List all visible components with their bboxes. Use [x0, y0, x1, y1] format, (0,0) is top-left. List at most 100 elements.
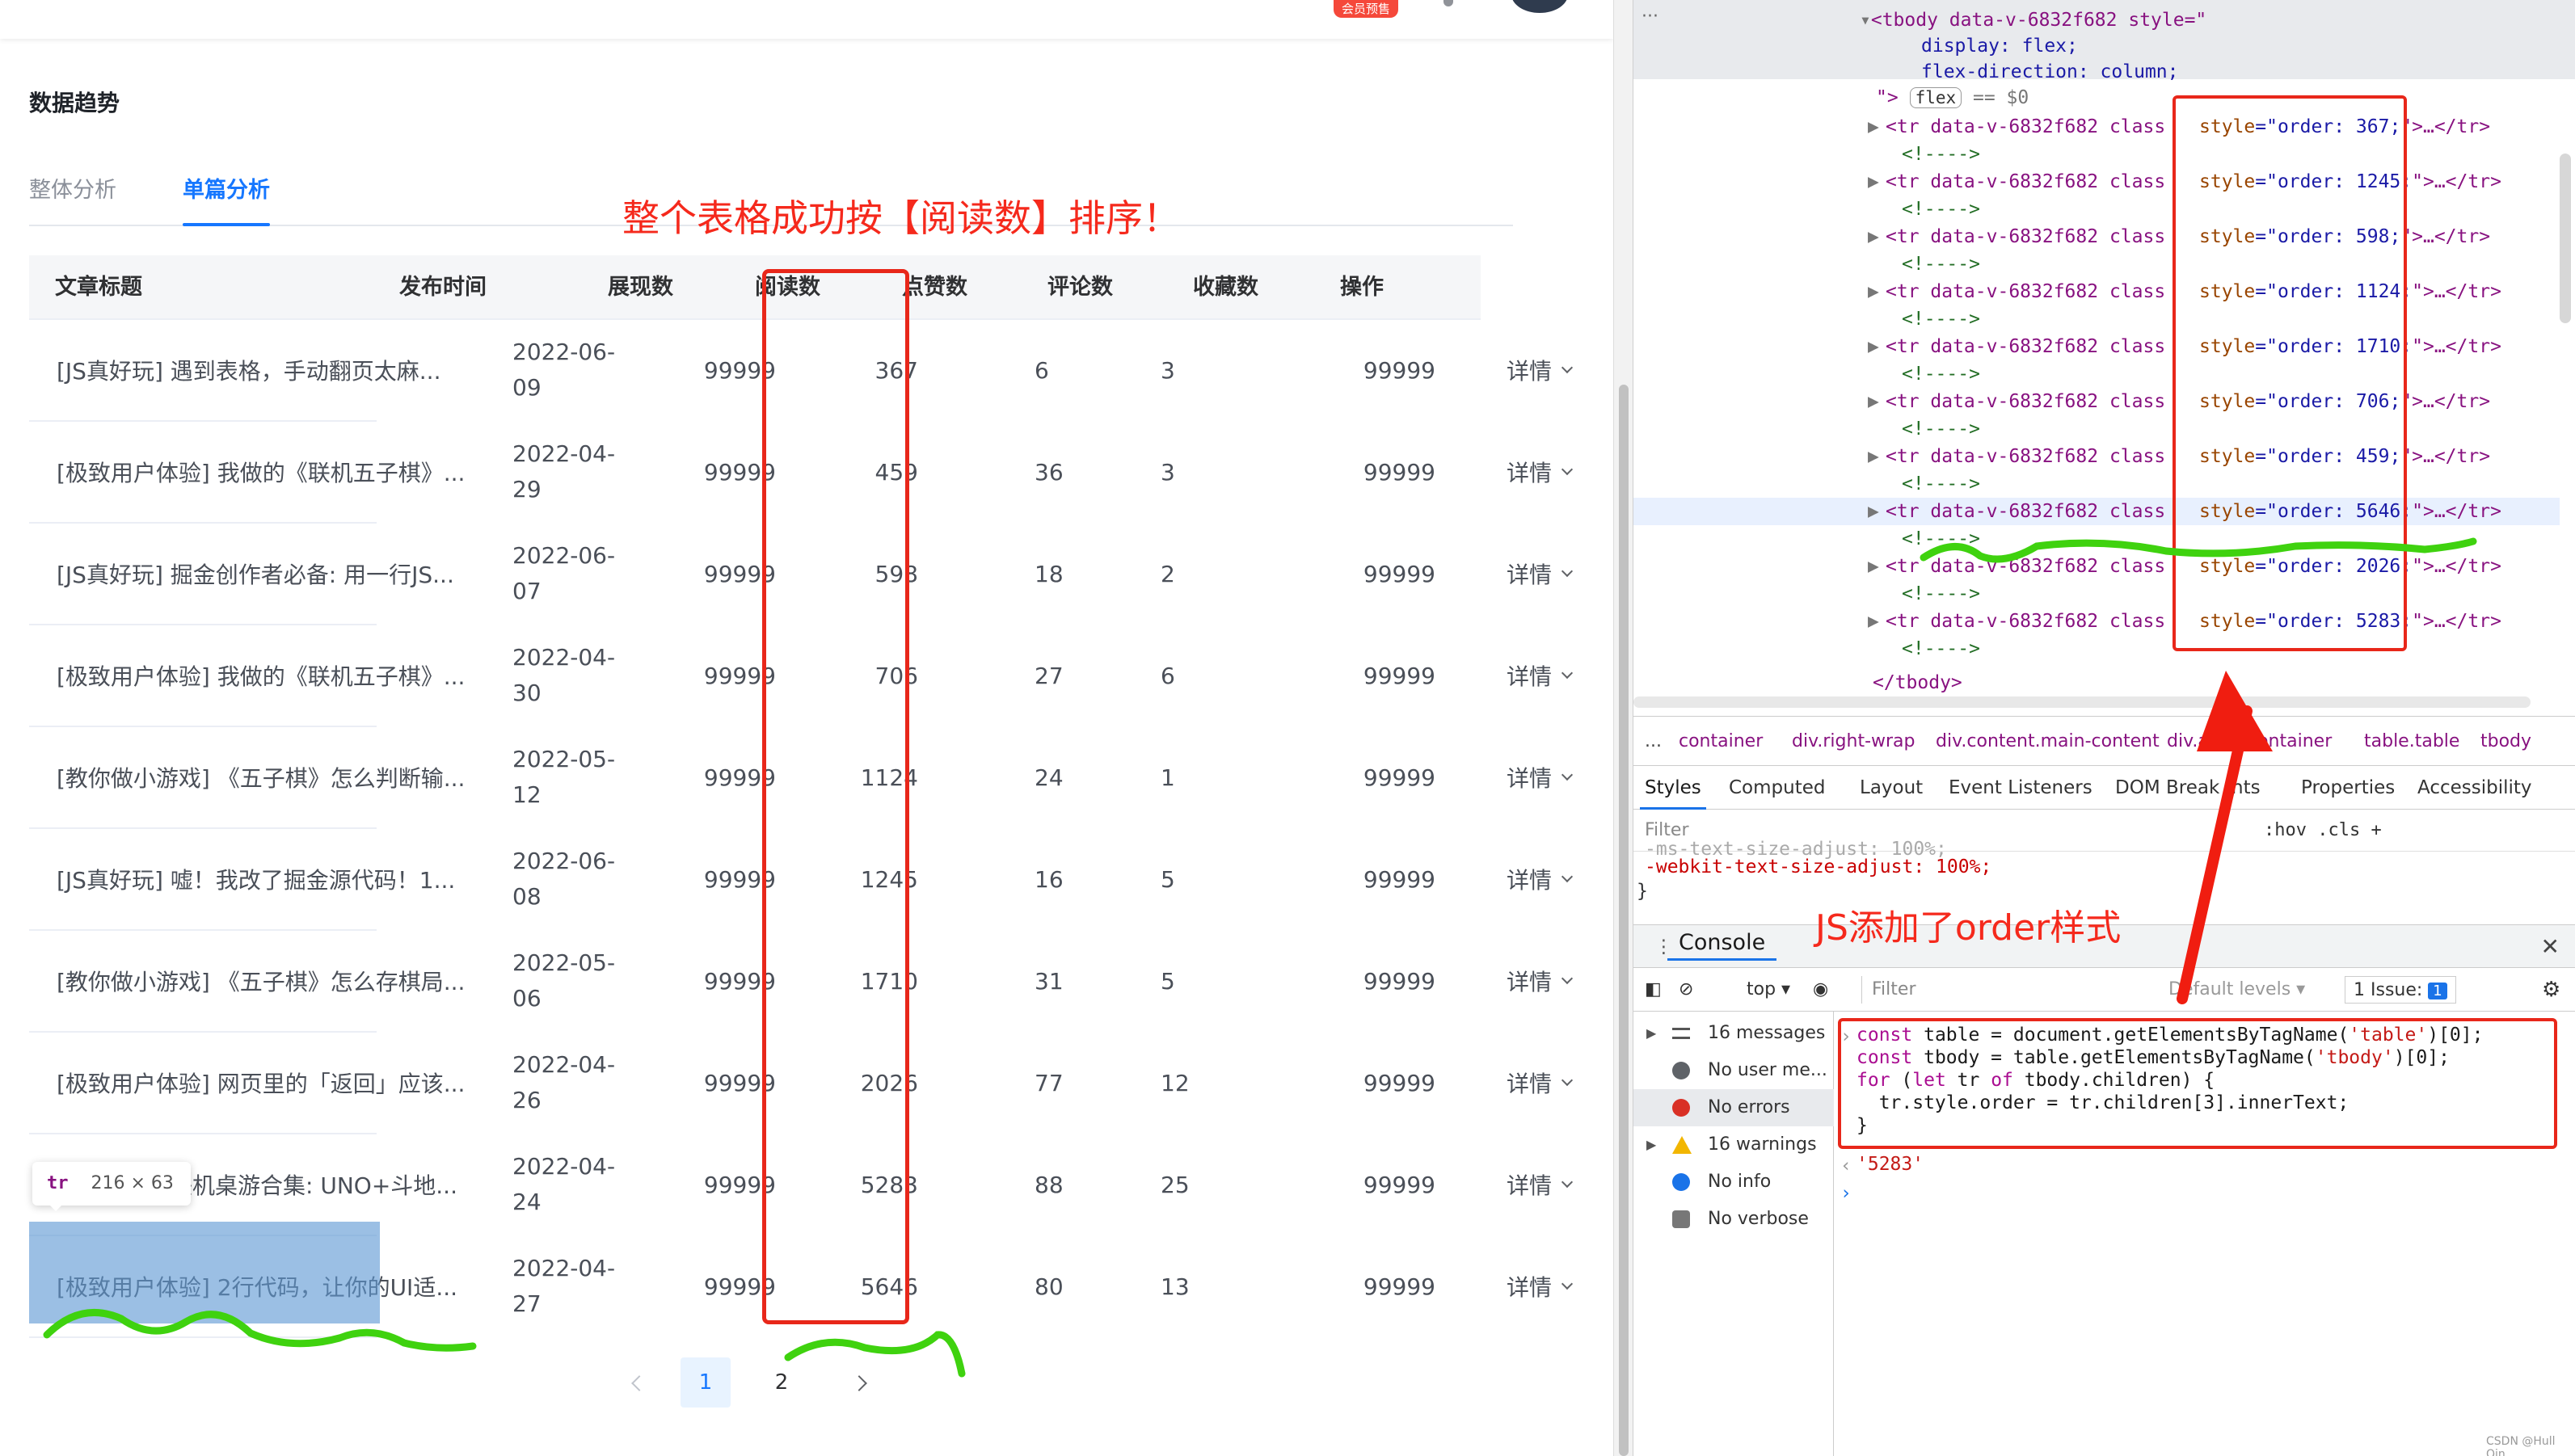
crumb-more[interactable]: ...	[1645, 717, 1662, 765]
page-1[interactable]: 1	[681, 1357, 731, 1408]
cell-title[interactable]: [JS真好玩] 嘘！我改了掘金源代码！1...	[57, 829, 477, 929]
tbody-open-tag[interactable]: ▾<tbody data-v-6832f682 style="	[1860, 6, 2206, 34]
details-dropdown[interactable]: 详情	[1507, 625, 1612, 726]
tab-dom-breakpoints[interactable]: DOM Break	[2115, 766, 2219, 810]
crumb-div-alo[interactable]: div.alo	[2167, 717, 2224, 765]
expand-triangle-icon[interactable]: ▶	[1868, 223, 1879, 250]
tab-layout[interactable]: Layout	[1860, 766, 1923, 810]
cell-title[interactable]: [极致用户体验] 我做的《联机五子棋》...	[57, 422, 477, 522]
comment-node[interactable]: <!---->	[1902, 415, 1980, 443]
more-dots-icon[interactable]: ···	[1642, 6, 1658, 27]
expand-triangle-icon[interactable]: ▶	[1868, 333, 1879, 360]
cell-title[interactable]: [教你做小游戏] 《五子棋》怎么存棋局...	[57, 931, 477, 1031]
crumb-tbody[interactable]: tbody	[2480, 717, 2531, 765]
crumb-container[interactable]: container	[1679, 717, 1763, 765]
flex-badge[interactable]: flex	[1909, 87, 1962, 108]
clear-console-icon[interactable]: ⊘	[1679, 968, 1693, 1012]
table-row[interactable]: [极致用户体验] 我做的《联机五子棋》... 2022-04- 29 99999 459…	[29, 422, 1574, 524]
col-views[interactable]: 展现数	[608, 255, 673, 320]
avatar[interactable]	[1511, 0, 1568, 13]
comment-node[interactable]: <!---->	[1902, 525, 1980, 553]
page-scrollbar[interactable]	[1613, 0, 1633, 1456]
context-select[interactable]: top ▾	[1747, 968, 1790, 1012]
cell-title[interactable]: [JS真好玩] 掘金创作者必备: 用一行JS...	[57, 524, 477, 624]
expand-triangle-icon[interactable]: ▶	[1868, 113, 1879, 141]
expand-triangle-icon[interactable]: ▶	[1868, 553, 1879, 580]
details-dropdown[interactable]: 详情	[1507, 931, 1612, 1031]
issues-button[interactable]: 1 Issue: 1	[2345, 976, 2456, 1004]
details-dropdown[interactable]: 详情	[1507, 727, 1612, 827]
member-presale-badge[interactable]: 会员预售	[1334, 0, 1399, 18]
sidebar-item-errors[interactable]: No errors	[1633, 1089, 1834, 1126]
expand-triangle-icon[interactable]: ▶	[1868, 498, 1879, 525]
tr-node[interactable]: ▶ <tr data-v-6832f682 class style="order: …	[1633, 278, 2560, 305]
details-dropdown[interactable]: 详情	[1507, 1236, 1612, 1336]
comment-node[interactable]: <!---->	[1902, 580, 1980, 608]
col-likes[interactable]: 点赞数	[902, 255, 967, 320]
drawer-menu-icon[interactable]: ⋮	[1654, 925, 1673, 969]
gear-icon[interactable]: ⚙	[2542, 968, 2560, 1012]
details-dropdown[interactable]: 详情	[1507, 320, 1612, 420]
next-page-icon[interactable]	[834, 1357, 884, 1408]
tr-node[interactable]: ▶ <tr data-v-6832f682 class style="order: …	[1633, 608, 2560, 635]
scrollbar-thumb[interactable]	[1619, 385, 1629, 1456]
expand-triangle-icon[interactable]: ▶	[1868, 278, 1879, 305]
table-row[interactable]: [JS真好玩] 掘金创作者必备: 用一行JS... 2022-06- 07 99999…	[29, 524, 1574, 625]
col-favorites[interactable]: 收藏数	[1193, 255, 1258, 320]
tab-accessibility[interactable]: Accessibility	[2417, 766, 2532, 810]
comment-node[interactable]: <!---->	[1902, 360, 1980, 388]
table-row[interactable]: [教你做小游戏] 《五子棋》怎么存棋局... 2022-05- 06 99999 171…	[29, 931, 1574, 1033]
comment-node[interactable]: <!---->	[1902, 250, 1980, 278]
comment-node[interactable]: <!---->	[1902, 196, 1980, 223]
sidebar-item-info[interactable]: No info	[1633, 1164, 1834, 1201]
tr-node[interactable]: ▶ <tr data-v-6832f682 class style="order: …	[1633, 498, 2560, 525]
details-dropdown[interactable]: 详情	[1507, 1033, 1612, 1133]
tr-node[interactable]: ▶ <tr data-v-6832f682 class style="order: …	[1633, 333, 2560, 360]
crumb-right-wrap[interactable]: div.right-wrap	[1792, 717, 1915, 765]
crumb-container-2[interactable]: container	[2248, 717, 2332, 765]
sidebar-item-warnings[interactable]: ▶ 16 warnings	[1633, 1126, 1834, 1164]
col-title[interactable]: 文章标题	[55, 255, 142, 320]
table-row[interactable]: [JS真好玩] 嘘！我改了掘金源代码！1... 2022-06- 08 99999 12…	[29, 829, 1574, 931]
cell-title[interactable]: [教你做小游戏] 《五子棋》怎么判断输...	[57, 727, 477, 827]
console-prompt[interactable]: ›	[1840, 1183, 1852, 1204]
comment-node[interactable]: <!---->	[1902, 470, 1980, 498]
details-dropdown[interactable]: 详情	[1507, 422, 1612, 522]
tab-properties[interactable]: Properties	[2301, 766, 2395, 810]
expand-triangle-icon[interactable]: ▶	[1868, 168, 1879, 196]
sidebar-item-verbose[interactable]: No verbose	[1633, 1201, 1834, 1238]
tr-node[interactable]: ▶ <tr data-v-6832f682 class style="order: …	[1633, 443, 2560, 470]
col-publish-time[interactable]: 发布时间	[399, 255, 487, 320]
tab-overall-analysis[interactable]: 整体分析	[29, 173, 116, 208]
tbody-close-tag[interactable]: </tbody>	[1873, 669, 1962, 696]
details-dropdown[interactable]: 详情	[1507, 1134, 1612, 1235]
table-row[interactable]: [JS真好玩] 遇到表格，手动翻页太麻... 2022-06- 09 99999 367…	[29, 320, 1574, 422]
page-2[interactable]: 2	[756, 1357, 807, 1408]
tab-dom-breakpoints-tail[interactable]: nts	[2232, 766, 2261, 810]
tab-computed[interactable]: Computed	[1729, 766, 1825, 810]
expand-triangle-icon[interactable]: ▶	[1868, 443, 1879, 470]
crumb-content[interactable]: div.content.main-content	[1936, 717, 2160, 765]
comment-node[interactable]: <!---->	[1902, 141, 1980, 168]
tr-node[interactable]: ▶ <tr data-v-6832f682 class style="order: …	[1633, 388, 2560, 415]
console-filter-input[interactable]: Filter	[1861, 976, 2151, 1004]
cell-title[interactable]: [JS真好玩] 遇到表格，手动翻页太麻...	[57, 320, 477, 420]
tr-node[interactable]: ▶ <tr data-v-6832f682 class style="order: …	[1633, 168, 2560, 196]
table-row[interactable]: [教你做小游戏] 《五子棋》怎么判断输... 2022-05- 12 99999 112…	[29, 727, 1574, 829]
details-dropdown[interactable]: 详情	[1507, 829, 1612, 929]
expand-triangle-icon[interactable]: ▶	[1868, 608, 1879, 635]
col-comments[interactable]: 评论数	[1047, 255, 1113, 320]
sidebar-toggle-icon[interactable]: ◧	[1645, 968, 1662, 1012]
crumb-table[interactable]: table.table	[2364, 717, 2459, 765]
tab-event-listeners[interactable]: Event Listeners	[1949, 766, 2092, 810]
tr-node[interactable]: ▶ <tr data-v-6832f682 class style="order: …	[1633, 223, 2560, 250]
cell-title[interactable]: [极致用户体验] 我做的《联机五子棋》...	[57, 625, 477, 726]
eye-icon[interactable]: ◉	[1813, 968, 1828, 1012]
sidebar-item-user-messages[interactable]: No user me...	[1633, 1052, 1834, 1089]
tab-single-analysis[interactable]: 单篇分析	[183, 173, 270, 226]
tr-node[interactable]: ▶ <tr data-v-6832f682 class style="order: …	[1633, 113, 2560, 141]
elements-hscrollbar[interactable]	[1633, 696, 2531, 708]
table-row[interactable]: [极致用户体验] 网页里的「返回」应该... 2022-04- 26 99999 202…	[29, 1033, 1574, 1134]
details-dropdown[interactable]: 详情	[1507, 524, 1612, 624]
bell-icon[interactable]	[1443, 0, 1453, 6]
